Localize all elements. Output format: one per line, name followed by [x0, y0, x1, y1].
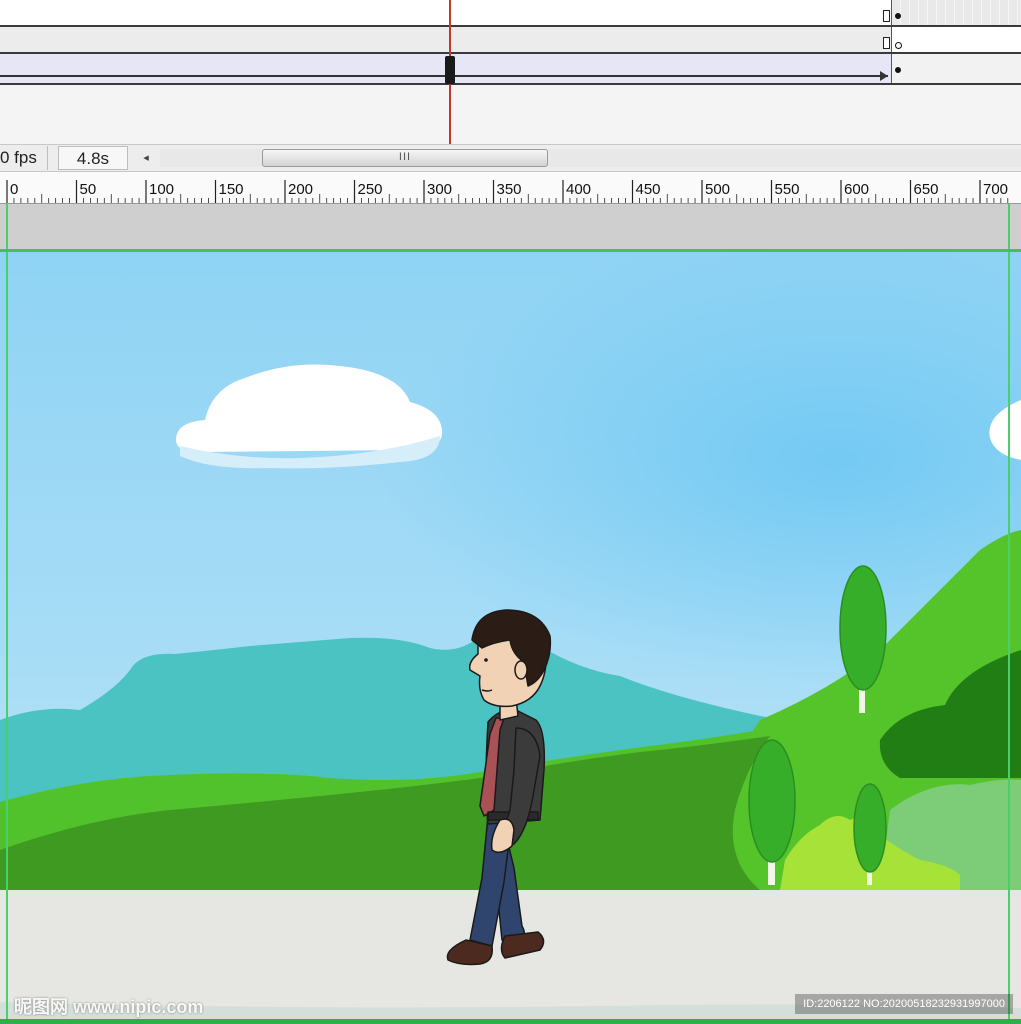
ruler-label: 200: [288, 181, 313, 198]
horizontal-ruler: 0 50 100 150 200 250 300 350 400 450 500 550 600 650 7…: [0, 172, 1021, 204]
ruler-label: 650: [914, 181, 939, 198]
layer-row-end: [883, 27, 1021, 52]
frame-rate-readout[interactable]: 0 fps: [0, 146, 48, 170]
ruler-label: 300: [427, 181, 452, 198]
ruler-ticks: 0 50 100 150 200 250 300 350 400 450 500 550 600 650 7…: [6, 180, 1009, 203]
id-watermark: ID:2206122 NO:20200518232931997000: [795, 994, 1013, 1014]
ruler-label: 350: [497, 181, 522, 198]
playhead-handle[interactable]: [445, 56, 455, 84]
timeline-panel[interactable]: [0, 0, 1021, 144]
tween-arrow-icon: [880, 71, 888, 81]
elapsed-time-readout[interactable]: 4.8s: [58, 146, 128, 170]
site-watermark: 昵图网 www.nipic.com: [14, 997, 204, 1017]
ruler-label: 700: [983, 181, 1008, 198]
ruler-label: 100: [149, 181, 174, 198]
ruler-label: 550: [775, 181, 800, 198]
ruler-label: 250: [358, 181, 383, 198]
ruler-label: 150: [219, 181, 244, 198]
stage-canvas[interactable]: [0, 250, 1021, 1024]
ruler-label: 400: [566, 181, 591, 198]
stage-guide-left[interactable]: [6, 204, 8, 1024]
timeline-status-bar: 0 fps 4.8s ◂ III: [0, 144, 1021, 172]
layer-row[interactable]: [0, 27, 1021, 54]
stage-guide-right[interactable]: [1008, 204, 1010, 1024]
ruler-label: 0: [10, 181, 18, 198]
ruler-label: 50: [80, 181, 97, 198]
stage-guide-bottom[interactable]: [0, 1019, 1021, 1024]
stage-guide-top[interactable]: [0, 249, 1021, 252]
empty-keyframe-icon[interactable]: [895, 42, 902, 49]
scrollbar-thumb[interactable]: III: [262, 149, 548, 167]
layer-row-selected[interactable]: [0, 54, 1021, 85]
horizontal-scrollbar[interactable]: III: [160, 149, 1021, 167]
frame-marker-icon: [883, 10, 890, 22]
scene-artwork: [0, 250, 1021, 1024]
ruler-label: 600: [844, 181, 869, 198]
scroll-left-arrow-icon[interactable]: ◂: [136, 148, 156, 168]
keyframe-icon[interactable]: [895, 67, 901, 73]
layer-row-end: [883, 0, 1021, 25]
motion-tween-line: [0, 75, 888, 77]
layer-row[interactable]: [0, 0, 1021, 27]
ruler-label: 500: [705, 181, 730, 198]
keyframe-icon[interactable]: [895, 13, 901, 19]
frame-marker-icon: [883, 37, 890, 49]
layer-row-end: [891, 54, 1021, 83]
ruler-label: 450: [636, 181, 661, 198]
